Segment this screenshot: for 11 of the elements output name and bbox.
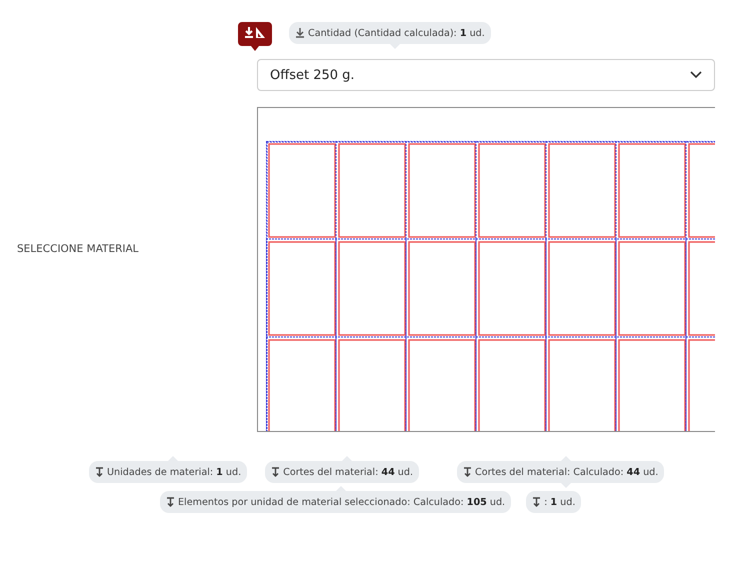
arrow-down-to-line-icon: [271, 467, 280, 477]
field-label: SELECCIONE MATERIAL: [17, 242, 139, 256]
info-tooltip: : 1 ud.: [526, 491, 582, 513]
arrow-down-to-line-icon: [463, 467, 472, 477]
download-icon: [295, 28, 305, 38]
material-badge-icon: [238, 22, 272, 52]
arrow-down-to-line-icon: [532, 497, 542, 507]
chevron-down-icon: [690, 71, 702, 79]
arrow-down-to-line-icon: [166, 497, 175, 507]
arrow-down-to-line-icon: [95, 467, 104, 477]
material-select[interactable]: Offset 250 g.: [257, 59, 715, 91]
